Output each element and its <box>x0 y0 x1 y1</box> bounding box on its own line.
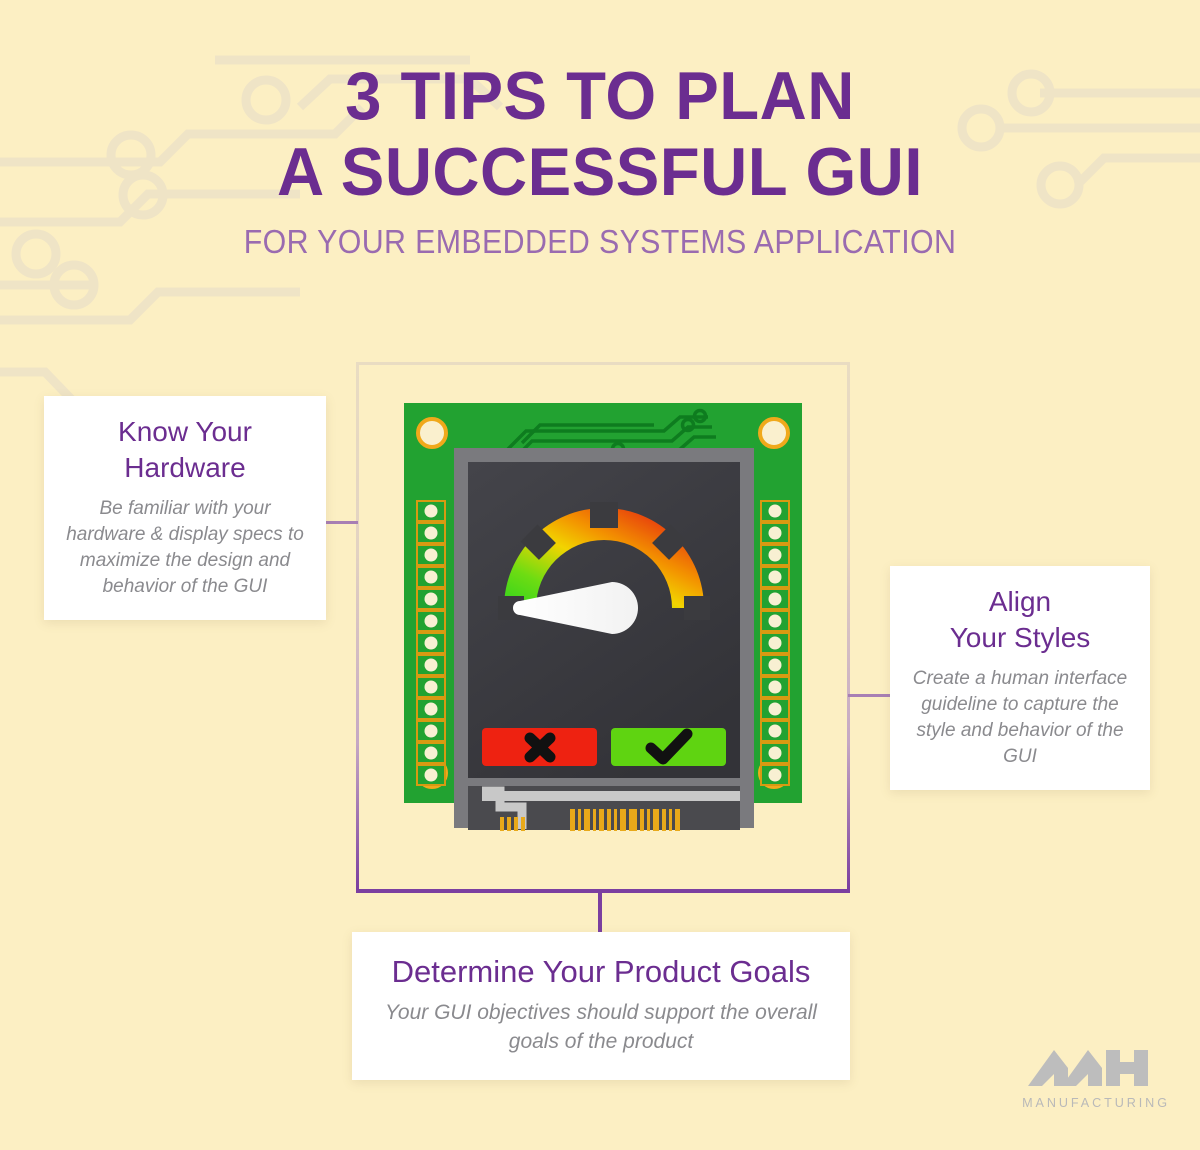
callout-align-your-styles: Align Your Styles Create a human interfa… <box>890 566 1150 790</box>
callout-body: Create a human interface guideline to ca… <box>912 668 1128 767</box>
ribbon-cable-connector <box>468 786 740 831</box>
brand-logo: MANUFACTURING <box>1020 1040 1170 1110</box>
callout-title: Determine Your Product Goals <box>391 954 811 989</box>
page-title-line-2: A SUCCESSFUL GUI <box>276 134 924 210</box>
confirm-button <box>611 728 726 766</box>
callout-determine-your-product-goals: Determine Your Product Goals Your GUI ob… <box>352 932 850 1080</box>
callout-title-line-1: Know Your <box>118 416 252 447</box>
mh-logo-mark <box>1028 1050 1148 1086</box>
connector-line-bottom <box>598 890 602 934</box>
callout-title: Know Your Hardware <box>60 414 310 486</box>
page-subtitle: FOR YOUR EMBEDDED SYSTEMS APPLICATION <box>243 223 957 260</box>
header: 3 TIPS TO PLAN A SUCCESSFUL GUI FOR YOUR… <box>0 58 1200 260</box>
callout-title-line-2: Your Styles <box>949 622 1091 653</box>
logo-wordmark: MANUFACTURING <box>1022 1095 1170 1110</box>
callout-title: Align Your Styles <box>906 584 1134 656</box>
callout-body: Your GUI objectives should support the o… <box>385 1001 817 1053</box>
infographic-canvas: 3 TIPS TO PLAN A SUCCESSFUL GUI FOR YOUR… <box>0 0 1200 1150</box>
callout-body: Be familiar with your hardware & display… <box>66 498 304 597</box>
cancel-button <box>482 728 597 766</box>
connector-line-right <box>848 694 892 697</box>
page-title-line-1: 3 TIPS TO PLAN <box>345 58 855 134</box>
callout-title-line-1: Align <box>988 586 1052 617</box>
callout-title-line-2: Hardware <box>124 452 246 483</box>
callout-know-your-hardware: Know Your Hardware Be familiar with your… <box>44 396 326 620</box>
embedded-display-board <box>404 403 802 831</box>
connector-contacts <box>570 809 680 831</box>
page-title: 3 TIPS TO PLAN A SUCCESSFUL GUI <box>24 58 1176 210</box>
connector-frame-bottom-edge <box>356 889 850 893</box>
